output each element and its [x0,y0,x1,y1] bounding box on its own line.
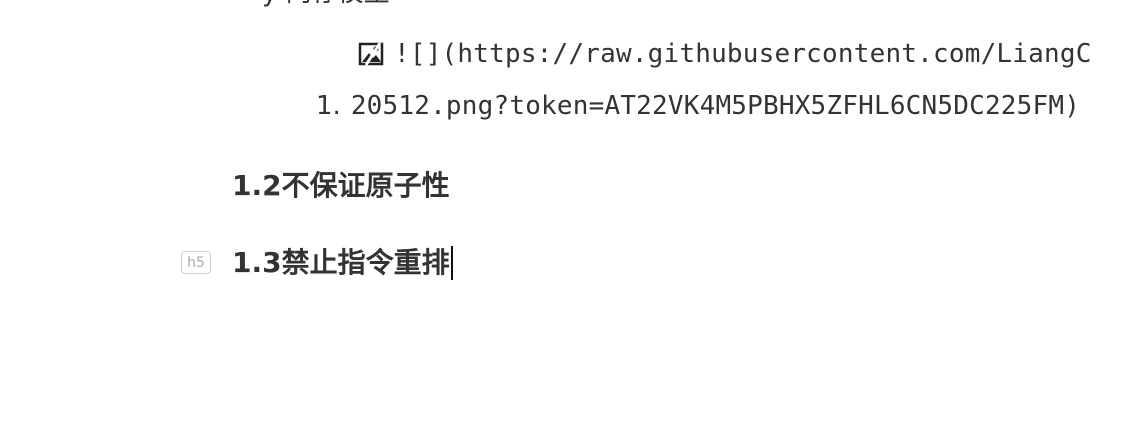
heading-atomicity[interactable]: 1.2不保证原子性 [232,168,450,204]
clipped-heading-line: y 内存模型 [262,0,390,8]
heading-text: 1.2不保证原子性 [232,169,450,202]
list-item-text: 20512.png?token=AT22VK4M5PBHX5ZFHL6CN5DC… [350,91,1081,121]
image-markdown-source: ![](https://raw.githubusercontent.com/Li… [394,39,1092,69]
heading-text: 1.3禁止指令重排 [232,246,450,279]
heading-instruction-reorder[interactable]: 1.3禁止指令重排 [232,245,453,281]
image-markdown-line[interactable]: ![](https://raw.githubusercontent.com/Li… [358,36,1092,72]
heading-level-badge: h5 [181,251,211,274]
markdown-editor[interactable]: y 内存模型 ![](https://raw.githubusercontent… [0,0,1143,431]
text-cursor [450,246,453,280]
list-item[interactable]: 1. 20512.png?token=AT22VK4M5PBHX5ZFHL6CN… [316,88,1080,124]
broken-image-icon [358,41,386,67]
list-item-marker: 1. [316,91,341,121]
